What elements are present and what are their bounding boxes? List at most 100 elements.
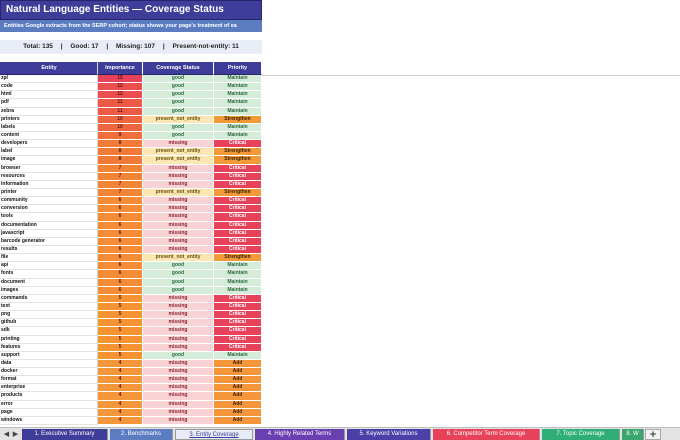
importance-cell[interactable]: 11 — [98, 99, 143, 108]
importance-cell[interactable]: 9 — [98, 131, 143, 141]
entity-cell[interactable]: page — [0, 408, 98, 417]
importance-cell[interactable]: 5 — [98, 302, 143, 312]
importance-cell[interactable]: 6 — [98, 245, 143, 255]
priority-cell[interactable]: Critical — [214, 311, 262, 320]
coverage-status-cell[interactable]: present_not_entity — [143, 254, 214, 263]
entity-cell[interactable]: format — [0, 376, 98, 385]
priority-cell[interactable]: Strengthen — [214, 188, 262, 198]
coverage-status-cell[interactable]: missing — [143, 213, 214, 222]
coverage-status-cell[interactable]: missing — [143, 221, 214, 230]
priority-cell[interactable]: Maintain — [214, 262, 262, 271]
priority-cell[interactable]: Critical — [214, 164, 262, 173]
entity-cell[interactable]: conversion — [0, 205, 98, 214]
coverage-status-cell[interactable]: good — [143, 91, 214, 100]
coverage-status-cell[interactable]: missing — [143, 327, 214, 336]
importance-cell[interactable]: 6 — [98, 270, 143, 279]
entity-cell[interactable]: barcode generator — [0, 237, 98, 246]
coverage-status-cell[interactable]: good — [143, 286, 214, 295]
entity-cell[interactable]: label — [0, 148, 98, 157]
coverage-status-cell[interactable]: present_not_entity — [143, 148, 214, 157]
entity-cell[interactable]: documentation — [0, 221, 98, 230]
priority-cell[interactable]: Add — [214, 384, 262, 393]
coverage-status-cell[interactable]: missing — [143, 245, 214, 255]
priority-cell[interactable]: Critical — [214, 335, 262, 344]
importance-cell[interactable]: 4 — [98, 376, 143, 385]
priority-cell[interactable]: Maintain — [214, 91, 262, 100]
entity-cell[interactable]: api — [0, 262, 98, 271]
priority-cell[interactable]: Add — [214, 359, 262, 369]
priority-cell[interactable]: Critical — [214, 302, 262, 312]
coverage-status-cell[interactable]: present_not_entity — [143, 188, 214, 198]
entity-cell[interactable]: pdf — [0, 99, 98, 108]
entity-cell[interactable]: zpl — [0, 75, 98, 84]
sheet-tab[interactable]: 4. Highly Related Terms — [255, 429, 345, 440]
priority-cell[interactable]: Critical — [214, 140, 262, 149]
coverage-status-cell[interactable]: missing — [143, 319, 214, 328]
entity-cell[interactable]: png — [0, 311, 98, 320]
coverage-status-cell[interactable]: good — [143, 107, 214, 116]
priority-cell[interactable]: Add — [214, 392, 262, 401]
coverage-status-cell[interactable]: good — [143, 278, 214, 287]
importance-cell[interactable]: 4 — [98, 416, 143, 426]
add-sheet-button[interactable]: + — [645, 429, 661, 440]
priority-cell[interactable]: Maintain — [214, 351, 262, 360]
priority-cell[interactable]: Strengthen — [214, 148, 262, 157]
sheet-tab[interactable]: 2. Benchmarks — [110, 429, 173, 440]
coverage-status-cell[interactable]: missing — [143, 408, 214, 417]
priority-cell[interactable]: Maintain — [214, 123, 262, 132]
importance-cell[interactable]: 7 — [98, 180, 143, 189]
column-header-entity[interactable]: Entity — [0, 62, 98, 75]
entity-cell[interactable]: windows — [0, 416, 98, 426]
priority-cell[interactable]: Add — [214, 368, 262, 377]
importance-cell[interactable]: 6 — [98, 205, 143, 214]
priority-cell[interactable]: Add — [214, 408, 262, 417]
importance-cell[interactable]: 15 — [98, 75, 143, 84]
importance-cell[interactable]: 6 — [98, 229, 143, 238]
entity-cell[interactable]: file — [0, 254, 98, 263]
entity-cell[interactable]: sdk — [0, 327, 98, 336]
coverage-status-cell[interactable]: missing — [143, 205, 214, 214]
importance-cell[interactable]: 5 — [98, 351, 143, 360]
sheet-tab[interactable]: 1. Executive Summary — [22, 429, 108, 440]
entity-cell[interactable]: github — [0, 319, 98, 328]
importance-cell[interactable]: 6 — [98, 221, 143, 230]
entity-cell[interactable]: community — [0, 197, 98, 206]
importance-cell[interactable]: 8 — [98, 156, 143, 165]
priority-cell[interactable]: Critical — [214, 197, 262, 206]
priority-cell[interactable]: Critical — [214, 327, 262, 336]
importance-cell[interactable]: 4 — [98, 408, 143, 417]
importance-cell[interactable]: 5 — [98, 335, 143, 344]
coverage-status-cell[interactable]: missing — [143, 197, 214, 206]
importance-cell[interactable]: 10 — [98, 123, 143, 132]
priority-cell[interactable]: Critical — [214, 343, 262, 352]
importance-cell[interactable]: 4 — [98, 392, 143, 401]
sheet-tab[interactable]: 3. Entity Coverage — [175, 429, 253, 440]
sheet-tab[interactable]: 5. Keyword Variations — [347, 429, 431, 440]
priority-cell[interactable]: Maintain — [214, 75, 262, 84]
importance-cell[interactable]: 5 — [98, 294, 143, 303]
priority-cell[interactable]: Critical — [214, 205, 262, 214]
coverage-status-cell[interactable]: missing — [143, 343, 214, 352]
priority-cell[interactable]: Strengthen — [214, 115, 262, 124]
priority-cell[interactable]: Critical — [214, 294, 262, 303]
coverage-status-cell[interactable]: good — [143, 83, 214, 92]
importance-cell[interactable]: 5 — [98, 311, 143, 320]
priority-cell[interactable]: Maintain — [214, 107, 262, 116]
importance-cell[interactable]: 6 — [98, 286, 143, 295]
importance-cell[interactable]: 4 — [98, 384, 143, 393]
coverage-status-cell[interactable]: missing — [143, 140, 214, 149]
entity-cell[interactable]: printers — [0, 115, 98, 124]
coverage-status-cell[interactable]: missing — [143, 376, 214, 385]
priority-cell[interactable]: Critical — [214, 229, 262, 238]
coverage-status-cell[interactable]: good — [143, 99, 214, 108]
entity-cell[interactable]: printing — [0, 335, 98, 344]
entity-cell[interactable]: data — [0, 359, 98, 369]
entity-cell[interactable]: browser — [0, 164, 98, 173]
importance-cell[interactable]: 8 — [98, 140, 143, 149]
priority-cell[interactable]: Critical — [214, 180, 262, 189]
importance-cell[interactable]: 11 — [98, 107, 143, 116]
importance-cell[interactable]: 10 — [98, 115, 143, 124]
entity-cell[interactable]: developers — [0, 140, 98, 149]
priority-cell[interactable]: Strengthen — [214, 254, 262, 263]
importance-cell[interactable]: 4 — [98, 400, 143, 409]
